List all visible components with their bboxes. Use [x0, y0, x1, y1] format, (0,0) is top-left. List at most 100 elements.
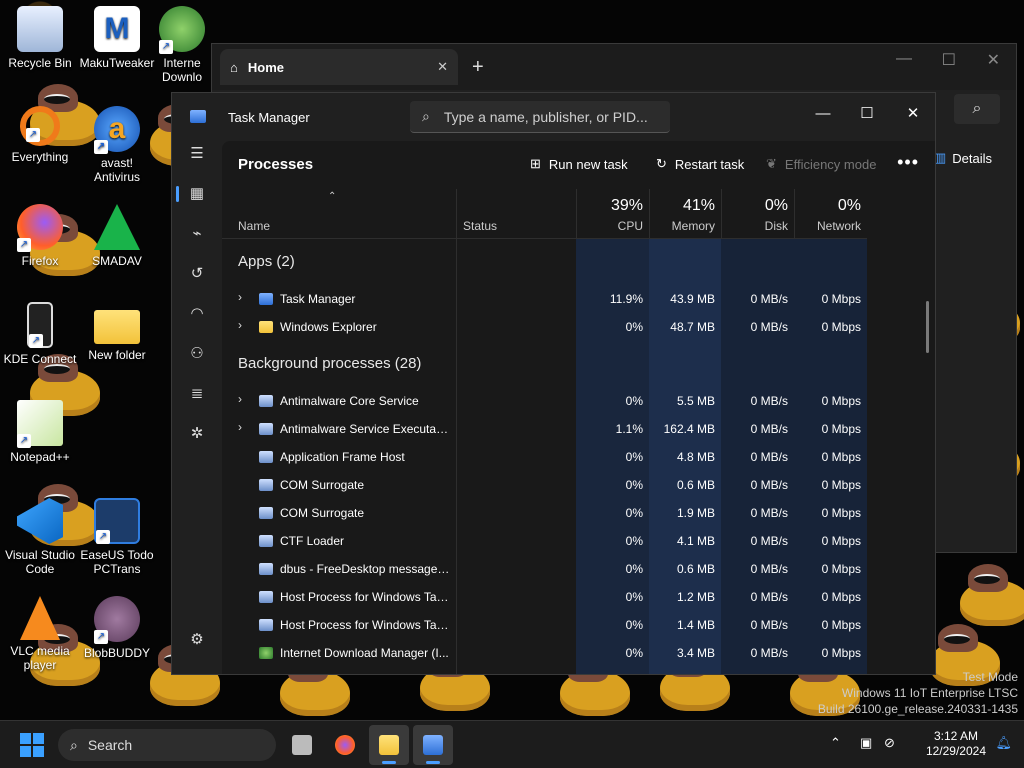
desktop-icon-kde-connect[interactable]: ↗ KDE Connect	[0, 302, 80, 366]
process-row[interactable]: › Task Manager 11.9% 43.9 MB 0 MB/s 0 Mbps	[222, 285, 922, 313]
startup-apps-nav-icon[interactable]: ◠	[184, 301, 210, 327]
desktop-icon-blobbuddy[interactable]: ↗ BlobBUDDY	[77, 596, 157, 660]
taskbar-search-label: Search	[87, 737, 133, 753]
process-search-input[interactable]: ⌕ Type a name, publisher, or PID...	[410, 101, 670, 133]
performance-nav-icon[interactable]: ⌁	[184, 221, 210, 247]
disk-header-label: Disk	[764, 219, 788, 233]
more-options-button[interactable]: •••	[897, 152, 919, 173]
task-view-button[interactable]	[282, 725, 322, 765]
watermark-line: Test Mode	[962, 670, 1018, 684]
process-row[interactable]: Internet Download Manager (I... 0% 3.4 MB 0…	[222, 639, 922, 667]
browser-tab-home[interactable]: ⌂ Home ✕	[220, 49, 458, 85]
process-row[interactable]: dbus - FreeDesktop message ... 0% 0.6 MB 0 …	[222, 555, 922, 583]
start-button[interactable]	[20, 733, 44, 757]
desktop-icon-label: avast! Antivirus	[93, 156, 140, 184]
desktop-icon-label: Interne Downlo	[161, 56, 203, 84]
process-memory: 48.7 MB	[670, 320, 715, 334]
blobbuddy-icon: ↗	[94, 596, 140, 644]
taskbar-file-explorer[interactable]	[369, 725, 409, 765]
taskbar-firefox[interactable]	[325, 725, 365, 765]
disk-column-header[interactable]: 0% Disk	[721, 189, 794, 239]
everything-icon: ↗	[20, 106, 60, 146]
services-nav-icon[interactable]: ✲	[184, 421, 210, 447]
notification-bell-icon[interactable]: 🔔︎	[995, 735, 1012, 751]
settings-gear-icon[interactable]: ⚙	[184, 627, 210, 653]
processes-nav-icon[interactable]: ▦	[176, 181, 210, 207]
network-icon[interactable]: ▣	[860, 735, 872, 751]
desktop-icon-idm[interactable]: ↗ Interne Downlo	[152, 6, 212, 84]
desktop-icon-vlc[interactable]: VLC media player	[0, 596, 80, 672]
name-header-label: Name	[238, 219, 271, 233]
desktop-icon-easeus[interactable]: ↗ EaseUS Todo PCTrans	[77, 498, 157, 576]
idm-icon: ↗	[159, 6, 205, 54]
process-row[interactable]: › Antimalware Service Executable 1.1% 162.4…	[222, 415, 922, 443]
process-row[interactable]: › Antimalware Core Service 0% 5.5 MB 0 MB/s 0…	[222, 387, 922, 415]
expand-chevron-icon[interactable]: ›	[238, 290, 242, 304]
desktop-icon-notepadpp[interactable]: ↗ Notepad++	[0, 400, 80, 464]
browser-maximize-button[interactable]: ☐	[942, 50, 956, 70]
task-manager-window[interactable]: Task Manager ⌕ Type a name, publisher, o…	[171, 92, 936, 675]
desktop-icon-everything[interactable]: ↗ Everything	[0, 106, 80, 164]
browser-search-button[interactable]: ⌕	[954, 94, 1000, 124]
process-network: 0 Mbps	[821, 590, 861, 604]
desktop-icon-smadav[interactable]: SMADAV	[77, 204, 157, 268]
browser-close-button[interactable]: ✕	[987, 50, 1000, 70]
taskbar-task-manager[interactable]	[413, 725, 453, 765]
process-network: 0 Mbps	[821, 450, 861, 464]
hamburger-menu-icon[interactable]: ☰	[184, 141, 210, 167]
network-total: 0%	[837, 197, 861, 214]
tab-close-button[interactable]: ✕	[437, 59, 448, 75]
expand-chevron-icon[interactable]: ›	[238, 420, 242, 434]
process-row[interactable]: › Windows Explorer 0% 48.7 MB 0 MB/s 0 Mbps	[222, 313, 922, 341]
process-cpu: 0%	[625, 646, 643, 660]
process-network: 0 Mbps	[821, 478, 861, 492]
name-column-header[interactable]: Name	[222, 189, 456, 239]
browser-minimize-button[interactable]: —	[896, 50, 912, 68]
users-nav-icon[interactable]: ⚇	[184, 341, 210, 367]
expand-chevron-icon[interactable]: ›	[238, 318, 242, 332]
details-nav-icon[interactable]: ≣	[184, 381, 210, 407]
network-column-header[interactable]: 0% Network	[794, 189, 867, 239]
nav-rail: ☰ ▦ ⌁ ↺ ◠ ⚇ ≣ ✲ ⚙	[172, 141, 222, 674]
process-row[interactable]: COM Surrogate 0% 0.6 MB 0 MB/s 0 Mbps	[222, 471, 922, 499]
status-column-header[interactable]: Status	[456, 189, 576, 239]
run-new-task-button[interactable]: ⊞ Run new task	[530, 156, 628, 172]
taskbar-search[interactable]: ⌕ Search	[58, 729, 276, 761]
process-row[interactable]: Host Process for Windows Tasks 0% 1.4 MB 0 …	[222, 611, 922, 639]
desktop-icon-recycle-bin[interactable]: Recycle Bin	[0, 6, 80, 70]
close-button[interactable]: ✕	[890, 99, 935, 129]
memory-column-header[interactable]: 41% Memory	[649, 189, 721, 239]
process-network: 0 Mbps	[821, 646, 861, 660]
process-row[interactable]: Host Process for Windows Tasks 0% 1.2 MB 0 …	[222, 583, 922, 611]
minimize-button[interactable]: —	[800, 99, 846, 129]
process-row[interactable]: Application Frame Host 0% 4.8 MB 0 MB/s 0 Mb…	[222, 443, 922, 471]
details-button[interactable]: ▥ Details	[934, 150, 992, 166]
desktop-icon-vscode[interactable]: Visual Studio Code	[0, 498, 80, 576]
avast-icon: a ↗	[94, 106, 140, 154]
new-tab-button[interactable]: +	[472, 56, 484, 79]
process-cpu: 0%	[625, 450, 643, 464]
process-row[interactable]: CTF Loader 0% 4.1 MB 0 MB/s 0 Mbps	[222, 527, 922, 555]
show-hidden-icons-button[interactable]: ⌃	[830, 735, 841, 751]
volume-icon[interactable]: ⊘	[884, 735, 895, 751]
process-memory: 0.6 MB	[676, 562, 715, 576]
column-headers: ⌃ Name Status 39% CPU 41% Memory 0% Disk…	[222, 189, 867, 239]
desktop-icon-avast[interactable]: a ↗ avast! Antivirus	[77, 106, 157, 184]
process-row[interactable]: kdeconnectd 0%4.4 MB0 MB/s0 Mbps	[222, 667, 922, 674]
restart-task-button[interactable]: ↻ Restart task	[656, 156, 744, 172]
maximize-button[interactable]: ☐	[844, 99, 890, 129]
process-network: 0 Mbps	[821, 506, 861, 520]
expand-chevron-icon[interactable]: ›	[238, 392, 242, 406]
scrollbar[interactable]	[926, 301, 929, 353]
cpu-total: 39%	[610, 197, 643, 214]
desktop-icon-makutweaker[interactable]: M MakuTweaker	[77, 6, 157, 70]
process-row[interactable]: COM Surrogate 0% 1.9 MB 0 MB/s 0 Mbps	[222, 499, 922, 527]
desktop-icon-firefox[interactable]: ↗ Firefox	[0, 204, 80, 268]
desktop-icon-new-folder[interactable]: New folder	[77, 302, 157, 362]
firefox-icon: ↗	[17, 204, 63, 252]
cpu-column-header[interactable]: 39% CPU	[576, 189, 649, 239]
efficiency-mode-button[interactable]: ❦ Efficiency mode	[766, 156, 876, 172]
app-history-nav-icon[interactable]: ↺	[184, 261, 210, 287]
process-cpu: 0%	[625, 534, 643, 548]
clock[interactable]: 3:12 AM 12/29/2024	[926, 729, 986, 759]
